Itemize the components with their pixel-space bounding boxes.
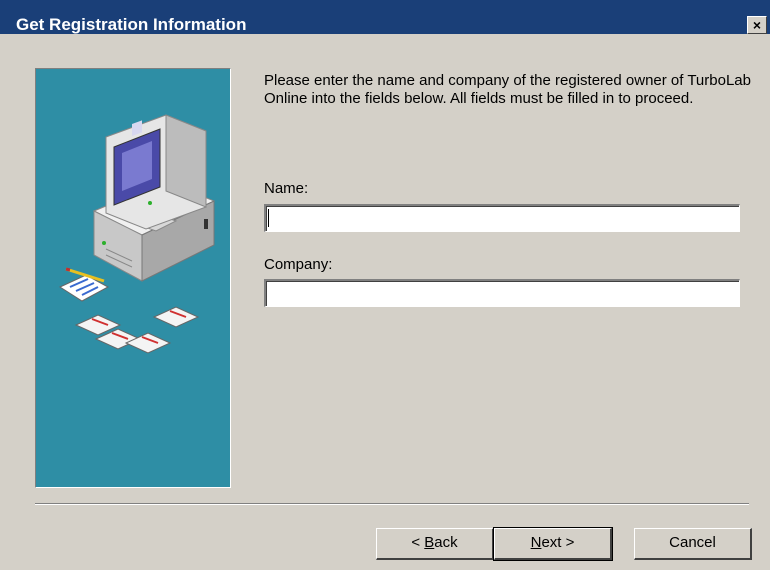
notepad-pencil-icon [58,267,110,302]
company-label: Company: [264,256,333,273]
separator [35,503,749,505]
cancel-button[interactable]: Cancel [634,528,752,560]
next-rest: ext > [541,534,575,551]
name-field[interactable] [264,204,740,232]
close-button[interactable]: × [747,16,767,34]
text-caret [268,209,269,227]
window-title: Get Registration Information [16,15,247,34]
computer-icon [58,114,216,354]
back-rest: ack [434,534,458,551]
back-prefix: < [411,534,425,551]
name-label: Name: [264,180,309,197]
floppy-disk-icon [74,306,200,354]
next-button[interactable]: Next > [493,527,613,561]
title-bar[interactable]: Get Registration Information × [0,0,770,34]
back-button[interactable]: < Back [376,528,494,560]
company-field[interactable] [264,279,740,307]
back-mnemonic: B [424,534,435,551]
setup-illustration [35,68,231,488]
instructions-text: Please enter the name and company of the… [264,72,751,107]
next-mnemonic: N [530,534,542,551]
